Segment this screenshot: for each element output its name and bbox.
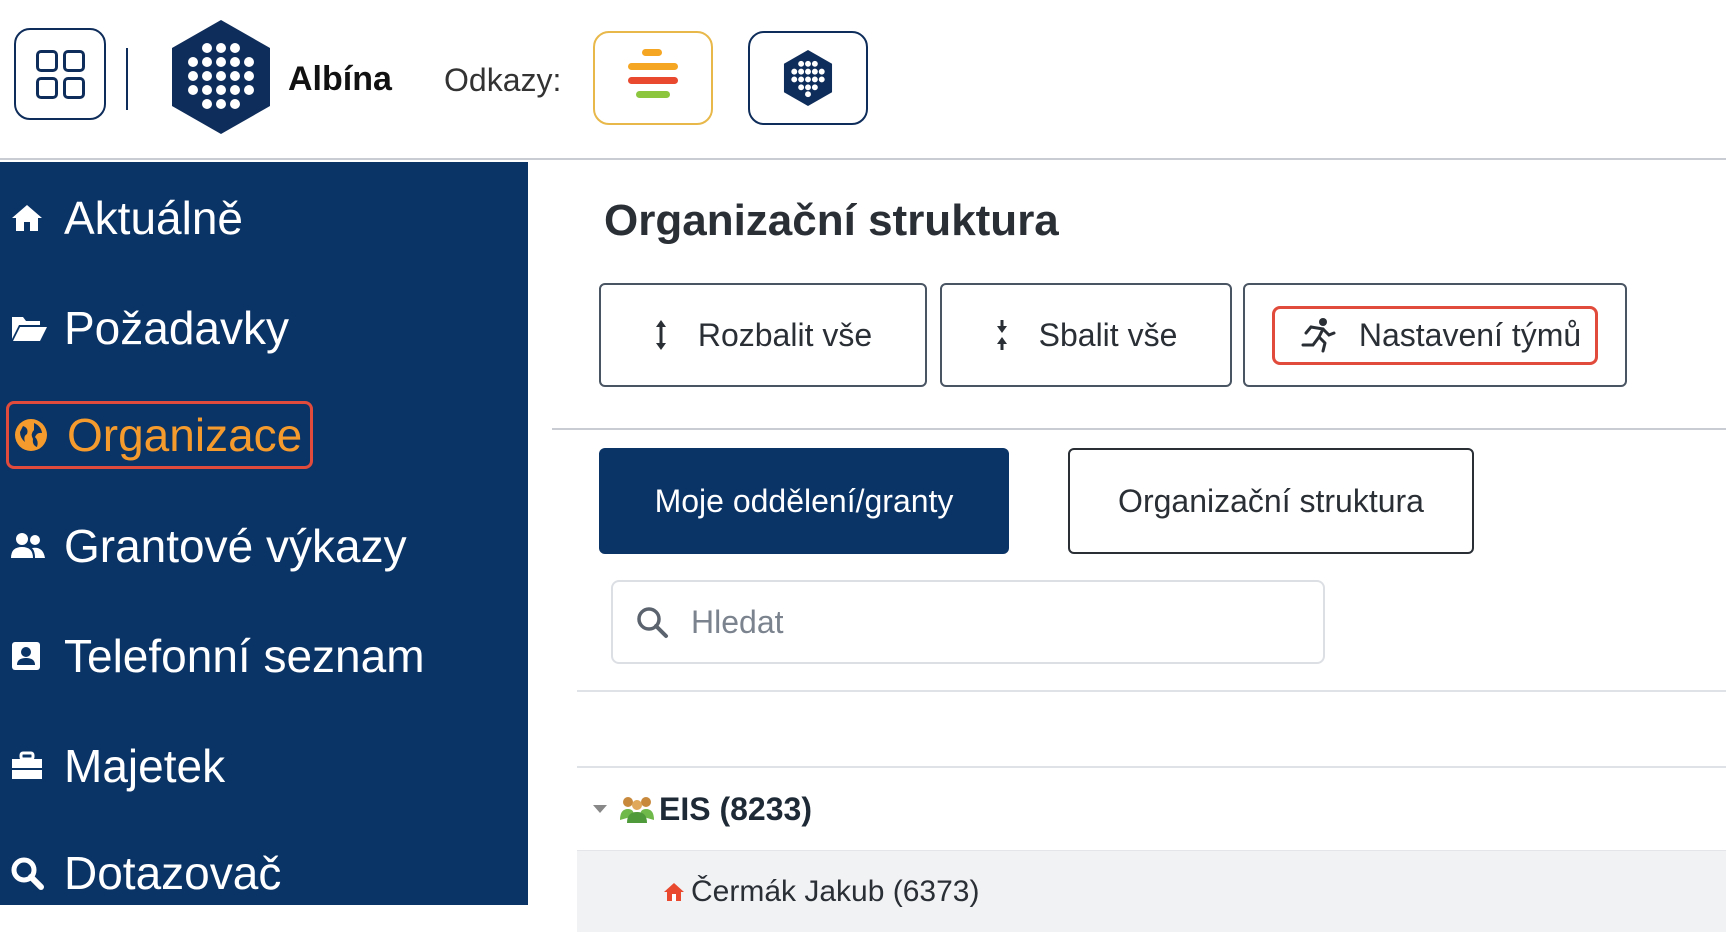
tree-node-label: EIS (8233) [659, 790, 812, 827]
home-icon [6, 203, 64, 233]
sidebar-item-majetek[interactable]: Majetek [6, 731, 225, 801]
links-label: Odkazy: [444, 62, 562, 98]
folder-open-icon [6, 313, 64, 343]
sidebar-item-aktualne[interactable]: Aktuálně [6, 183, 243, 253]
top-bar: Albína Odkazy: [0, 0, 1726, 160]
expand-all-label: Rozbalit vše [697, 316, 873, 353]
search-input[interactable] [691, 603, 1291, 641]
sidebar: Aktuálně Požadavky Organizace Grantové v… [0, 162, 528, 905]
tab-organizacni-struktura[interactable]: Organizační struktura [1068, 448, 1474, 554]
sidebar-item-dotazovac[interactable]: Dotazovač [6, 838, 281, 908]
home-person-icon [664, 882, 684, 901]
tree-node-eis[interactable]: EIS (8233) [577, 768, 1726, 850]
albina-logo-icon[interactable] [168, 18, 274, 136]
tree-node-person[interactable]: Čermák Jakub (6373) [577, 850, 1726, 932]
sidebar-item-grantove-vykazy[interactable]: Grantové výkazy [6, 511, 407, 581]
collapse-all-label: Sbalit vše [1038, 316, 1178, 353]
expand-all-button[interactable]: Rozbalit vše [599, 283, 927, 387]
albina-small-icon [783, 50, 833, 106]
stripes-app-icon [628, 49, 678, 98]
collapse-all-button[interactable]: Sbalit vše [940, 283, 1232, 387]
team-settings-highlight: Nastavení týmů [1271, 305, 1599, 365]
toolbox-icon [6, 751, 64, 781]
sidebar-item-label: Organizace [67, 409, 303, 461]
contact-card-icon [6, 640, 64, 672]
globe-icon [9, 417, 67, 453]
divider [552, 428, 1726, 430]
expand-arrows-icon [654, 318, 668, 352]
sidebar-item-organizace[interactable]: Organizace [6, 401, 314, 469]
caret-down-icon[interactable] [593, 805, 607, 813]
page-title: Organizační struktura [604, 196, 1059, 245]
sidebar-item-label: Dotazovač [64, 847, 282, 899]
search-icon [6, 856, 64, 890]
sidebar-item-label: Telefonní seznam [64, 630, 425, 682]
app-launcher-button[interactable] [14, 28, 106, 120]
divider [126, 48, 128, 110]
tree-header [577, 690, 1726, 768]
collapse-arrows-icon [995, 318, 1009, 352]
tree-node-label: Čermák Jakub (6373) [691, 874, 980, 908]
sidebar-item-label: Grantové výkazy [64, 520, 407, 572]
sidebar-item-label: Majetek [64, 740, 226, 792]
sidebar-item-label: Požadavky [64, 302, 290, 354]
external-link-button[interactable] [593, 31, 713, 125]
sidebar-item-pozadavky[interactable]: Požadavky [6, 293, 289, 363]
search-field[interactable] [611, 580, 1325, 664]
brand-name: Albína [288, 60, 392, 98]
users-icon [6, 530, 64, 562]
tab-moje-oddeleni[interactable]: Moje oddělení/granty [599, 448, 1009, 554]
albina-link-button[interactable] [748, 31, 868, 125]
group-icon [620, 797, 654, 823]
sidebar-item-telefonni-seznam[interactable]: Telefonní seznam [6, 621, 425, 691]
running-person-icon [1297, 317, 1337, 353]
grid-icon [35, 49, 85, 99]
team-settings-label: Nastavení týmů [1358, 316, 1582, 353]
team-settings-button[interactable]: Nastavení týmů [1243, 283, 1627, 387]
search-icon [637, 607, 668, 638]
sidebar-item-label: Aktuálně [64, 192, 244, 244]
